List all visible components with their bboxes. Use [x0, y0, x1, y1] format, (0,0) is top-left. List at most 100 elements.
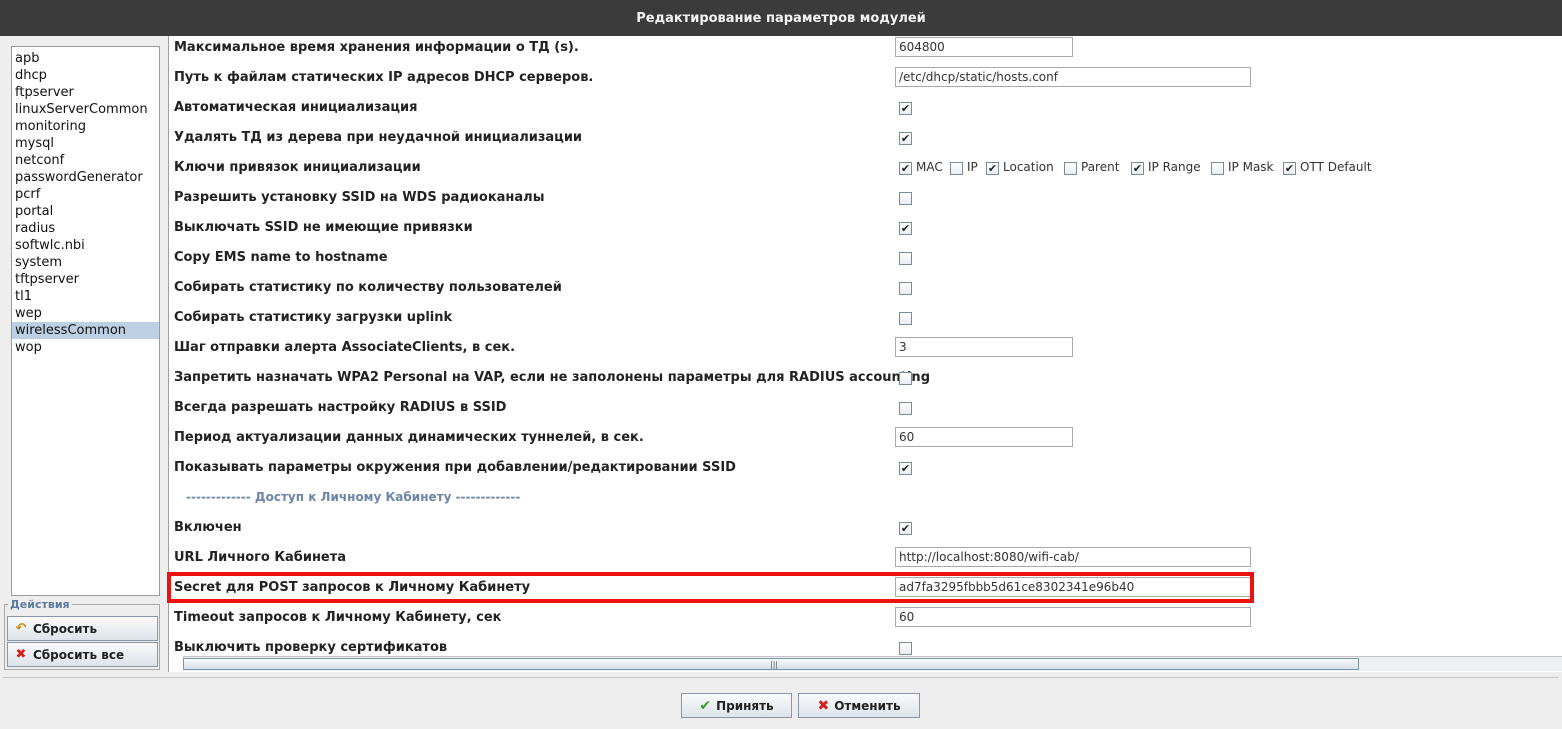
grip-icon: ||| — [770, 660, 779, 669]
param-label: Удалять ТД из дерева при неудачной иници… — [174, 130, 583, 145]
section-row: ------------- Доступ к Личному Кабинету … — [169, 486, 1562, 516]
module-item[interactable]: monitoring — [12, 118, 159, 135]
param-row: Secret для POST запросов к Личному Кабин… — [169, 576, 1562, 606]
param-label: Ключи привязок инициализации — [174, 160, 421, 175]
param-label: Максимальное время хранения информации о… — [174, 40, 579, 55]
module-item[interactable]: tl1 — [12, 288, 159, 305]
param-row: Всегда разрешать настройку RADIUS в SSID — [169, 396, 1562, 426]
param-row: Запретить назначать WPA2 Personal на VAP… — [169, 366, 1562, 396]
param-row: Включен ✔ — [169, 516, 1562, 546]
module-item[interactable]: portal — [12, 203, 159, 220]
param-label: Период актуализации данных динамических … — [174, 430, 644, 445]
horizontal-scrollbar[interactable]: ||| — [183, 656, 1562, 671]
checkbox[interactable]: ✔ — [899, 132, 912, 145]
footer-divider — [3, 677, 1559, 678]
param-row: Автоматическая инициализация ✔ — [169, 96, 1562, 126]
param-input[interactable]: 3 — [895, 337, 1073, 357]
param-label: Всегда разрешать настройку RADIUS в SSID — [174, 400, 507, 415]
checkbox[interactable]: ✔ — [1131, 162, 1144, 175]
param-input[interactable]: http://localhost:8080/wifi-cab/ — [895, 547, 1251, 567]
param-label: URL Личного Кабинета — [174, 550, 347, 565]
module-list[interactable]: apb dhcp ftpserver linuxServerCommon monitor… — [11, 46, 160, 596]
undo-icon: ↶ — [15, 621, 27, 636]
checkbox[interactable]: ✔ — [899, 522, 912, 535]
param-row: Собирать статистику загрузки uplink — [169, 306, 1562, 336]
reset-all-button-label: Сбросить все — [33, 647, 125, 662]
param-row: URL Личного Кабинета http://localhost:808… — [169, 546, 1562, 576]
accept-button[interactable]: ✔ Принять — [681, 693, 792, 718]
module-item[interactable]: wop — [12, 339, 159, 356]
check-icon: ✔ — [699, 697, 712, 714]
checkbox[interactable] — [899, 372, 912, 385]
param-label: Copy EMS name to hostname — [174, 250, 388, 265]
param-input[interactable]: 60 — [895, 607, 1251, 627]
param-label: Показывать параметры окружения при добав… — [174, 460, 736, 475]
binding-key-label: Location — [1003, 160, 1054, 174]
checkbox[interactable] — [1064, 162, 1077, 175]
param-row: Timeout запросов к Личному Кабинету, сек… — [169, 606, 1562, 636]
param-row: Путь к файлам статических IP адресов DHC… — [169, 66, 1562, 96]
checkbox[interactable] — [899, 642, 912, 655]
module-item[interactable]: tftpserver — [12, 271, 159, 288]
binding-key-label: IP Mask — [1228, 160, 1274, 174]
checkbox[interactable] — [899, 192, 912, 205]
module-item[interactable]: ftpserver — [12, 84, 159, 101]
param-label: Запретить назначать WPA2 Personal на VAP… — [174, 370, 930, 385]
param-input[interactable]: /etc/dhcp/static/hosts.conf — [895, 67, 1251, 87]
param-label: Timeout запросов к Личному Кабинету, сек — [174, 610, 502, 625]
module-item[interactable]: wep — [12, 305, 159, 322]
cancel-button[interactable]: ✖ Отменить — [798, 693, 920, 718]
module-item[interactable]: linuxServerCommon — [12, 101, 159, 118]
checkbox[interactable]: ✔ — [1283, 162, 1296, 175]
param-row: Copy EMS name to hostname — [169, 246, 1562, 276]
param-row: Разрешить установку SSID на WDS радиокан… — [169, 186, 1562, 216]
checkbox[interactable]: ✔ — [899, 162, 912, 175]
actions-legend: Действия — [8, 598, 72, 611]
reset-button[interactable]: ↶ Сбросить — [7, 616, 158, 641]
param-label: Выключать SSID не имеющие привязки — [174, 220, 473, 235]
scrollbar-thumb[interactable]: ||| — [183, 658, 1359, 670]
param-row: Ключи привязок инициализации ✔ MAC IP ✔ Locat… — [169, 156, 1562, 186]
param-row: Шаг отправки алерта AssociateClients, в … — [169, 336, 1562, 366]
param-row: Период актуализации данных динамических … — [169, 426, 1562, 456]
module-item[interactable]: dhcp — [12, 67, 159, 84]
checkbox[interactable] — [899, 312, 912, 325]
cancel-button-label: Отменить — [834, 698, 901, 713]
param-label: Разрешить установку SSID на WDS радиокан… — [174, 190, 545, 205]
module-item[interactable]: radius — [12, 220, 159, 237]
checkbox[interactable] — [899, 282, 912, 295]
binding-key-label: IP — [967, 160, 978, 174]
checkbox[interactable] — [950, 162, 963, 175]
param-label: Автоматическая инициализация — [174, 100, 418, 115]
checkbox[interactable] — [899, 402, 912, 415]
module-item[interactable]: netconf — [12, 152, 159, 169]
module-item[interactable]: pcrf — [12, 186, 159, 203]
module-item[interactable]: softwlc.nbi — [12, 237, 159, 254]
param-label: Шаг отправки алерта AssociateClients, в … — [174, 340, 516, 355]
param-row: Максимальное время хранения информации о… — [169, 36, 1562, 66]
module-item[interactable]: passwordGenerator — [12, 169, 159, 186]
param-row: Собирать статистику по количеству пользо… — [169, 276, 1562, 306]
close-icon: ✖ — [817, 697, 830, 714]
binding-key-label: Parent — [1081, 160, 1120, 174]
param-input[interactable]: 60 — [895, 427, 1073, 447]
checkbox[interactable]: ✔ — [899, 222, 912, 235]
module-item[interactable]: mysql — [12, 135, 159, 152]
checkbox[interactable] — [899, 252, 912, 265]
param-label: Включен — [174, 520, 242, 535]
module-item[interactable]: system — [12, 254, 159, 271]
param-label: Собирать статистику загрузки uplink — [174, 310, 453, 325]
module-item[interactable]: apb — [12, 50, 159, 67]
checkbox[interactable]: ✔ — [986, 162, 999, 175]
param-label: Собирать статистику по количеству пользо… — [174, 280, 562, 295]
checkbox[interactable]: ✔ — [899, 102, 912, 115]
checkbox[interactable] — [1211, 162, 1224, 175]
param-input[interactable]: ad7fa3295fbbb5d61ce8302341e96b40 — [895, 577, 1251, 597]
param-row: Показывать параметры окружения при добав… — [169, 456, 1562, 486]
module-item[interactable]: wirelessCommon — [12, 322, 159, 339]
checkbox[interactable]: ✔ — [899, 462, 912, 475]
reset-all-button[interactable]: ✖ Сбросить все — [7, 642, 158, 667]
window-title: Редактирование параметров модулей — [0, 0, 1562, 36]
delete-icon: ✖ — [15, 647, 27, 662]
param-input[interactable]: 604800 — [895, 37, 1073, 57]
